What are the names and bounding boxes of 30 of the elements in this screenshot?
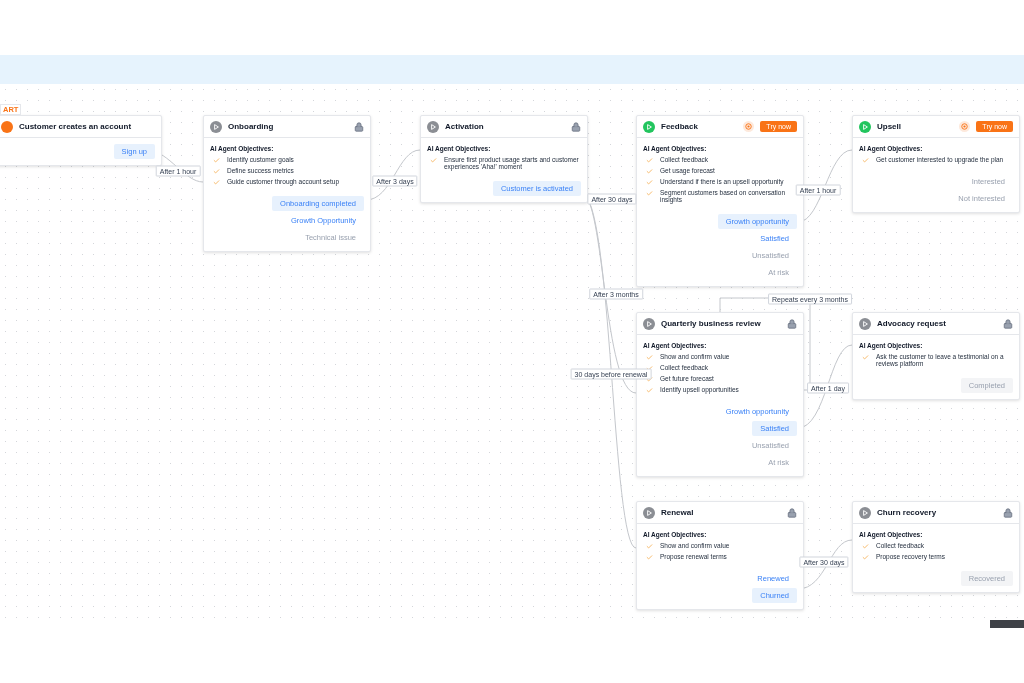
lock-icon <box>354 121 364 132</box>
node-title: Churn recovery <box>877 506 938 519</box>
node-title: Renewal <box>661 506 695 519</box>
check-icon <box>862 156 869 164</box>
node-title: Customer creates an account <box>19 120 133 133</box>
play-icon <box>427 120 439 133</box>
node-title: Activation <box>445 120 485 133</box>
check-icon <box>430 156 437 164</box>
play-icon <box>643 506 655 519</box>
target-icon[interactable] <box>959 121 971 132</box>
play-icon <box>859 317 871 330</box>
lock-icon <box>787 318 797 329</box>
lock-icon <box>1003 318 1013 329</box>
lock-icon <box>787 507 797 518</box>
node-title: Upsell <box>877 120 902 133</box>
play-icon <box>643 317 655 330</box>
node-title: Quarterly business review <box>661 317 762 330</box>
lock-icon <box>1003 507 1013 518</box>
target-icon[interactable] <box>743 121 755 132</box>
node-title: Onboarding <box>228 120 275 133</box>
start-icon <box>1 120 13 133</box>
play-icon <box>859 506 871 519</box>
node-title: Feedback <box>661 120 699 133</box>
panel-edge <box>990 620 1024 628</box>
play-icon <box>643 120 655 133</box>
check-icon <box>862 353 869 361</box>
play-icon <box>210 120 222 133</box>
node-title: Advocacy request <box>877 317 947 330</box>
play-icon <box>859 120 871 133</box>
lock-icon <box>571 121 581 132</box>
